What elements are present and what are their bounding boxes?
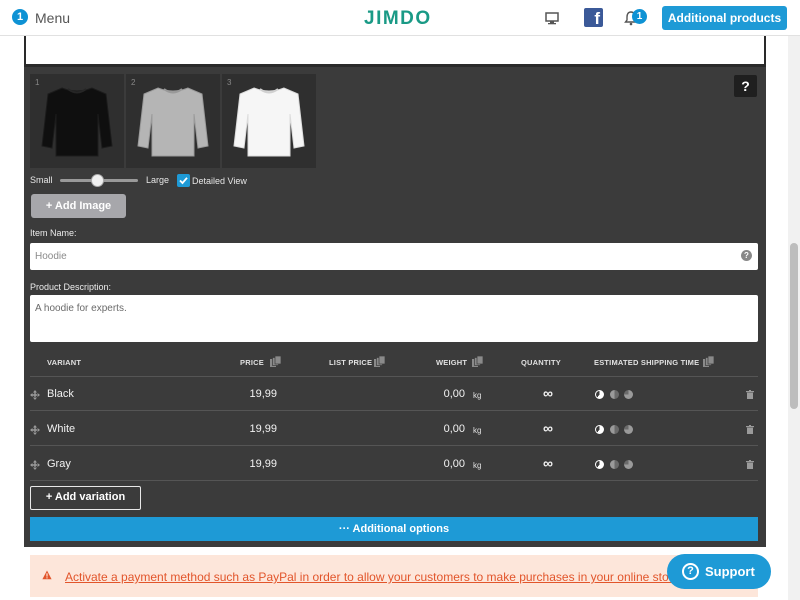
- list-price-header: LIST PRICE: [329, 358, 373, 367]
- thumbnail-number: 1: [35, 78, 40, 87]
- clock-icon[interactable]: [624, 425, 633, 434]
- variant-name[interactable]: Gray: [47, 458, 71, 470]
- variant-header: VARIANT: [47, 358, 82, 367]
- support-label: Support: [705, 564, 755, 579]
- size-small-label: Small: [30, 175, 53, 185]
- slider-handle[interactable]: [91, 174, 104, 187]
- copy-shipping-icon[interactable]: [703, 356, 714, 367]
- clock-icon[interactable]: [624, 460, 633, 469]
- warning-icon: [42, 570, 52, 580]
- shipping-header: ESTIMATED SHIPPING TIME: [594, 358, 700, 367]
- weight-header: WEIGHT: [436, 358, 468, 367]
- image-thumbnail-2[interactable]: 2: [126, 74, 220, 168]
- weight-value[interactable]: 0,00: [425, 458, 465, 470]
- row-divider: [30, 445, 758, 446]
- variant-name[interactable]: White: [47, 423, 75, 435]
- copy-price-icon[interactable]: [270, 356, 281, 367]
- weight-value[interactable]: 0,00: [425, 388, 465, 400]
- copy-list-price-icon[interactable]: [374, 356, 385, 367]
- add-image-button[interactable]: + Add Image: [31, 194, 126, 218]
- quantity-value[interactable]: ∞: [543, 420, 553, 436]
- add-image-label: Add Image: [54, 200, 112, 212]
- question-circle-icon: ?: [682, 563, 699, 580]
- trash-icon[interactable]: [746, 460, 754, 469]
- clock-icon[interactable]: [610, 390, 619, 399]
- add-variation-label: Add variation: [54, 491, 126, 503]
- clock-icon[interactable]: [595, 390, 604, 399]
- row-divider: [30, 410, 758, 411]
- price-value[interactable]: 19,99: [237, 423, 277, 435]
- detailed-view-label: Detailed View: [192, 176, 247, 186]
- clock-icon[interactable]: [610, 460, 619, 469]
- clock-icon[interactable]: [595, 460, 604, 469]
- monitor-icon[interactable]: [545, 11, 559, 25]
- drag-handle-icon[interactable]: [30, 460, 40, 470]
- notification-badge: 1: [632, 9, 647, 24]
- copy-weight-icon[interactable]: [472, 356, 483, 367]
- scrollbar-thumb[interactable]: [790, 243, 798, 409]
- trash-icon[interactable]: [746, 425, 754, 434]
- question-icon[interactable]: ?: [741, 250, 752, 261]
- price-value[interactable]: 19,99: [237, 458, 277, 470]
- sweater-white-image: [233, 87, 305, 157]
- item-name-label: Item Name:: [30, 228, 77, 238]
- weight-unit: kg: [473, 426, 482, 435]
- price-header: PRICE: [240, 358, 264, 367]
- facebook-icon[interactable]: f: [584, 8, 603, 27]
- clock-icon[interactable]: [624, 390, 633, 399]
- weight-unit: kg: [473, 461, 482, 470]
- clock-icon[interactable]: [595, 425, 604, 434]
- thumbnail-number: 2: [131, 78, 136, 87]
- plus-icon: +: [45, 491, 55, 503]
- menu-badge[interactable]: 1: [12, 9, 28, 25]
- image-thumbnail-1[interactable]: 1: [30, 74, 124, 168]
- activate-payment-link[interactable]: Activate a payment method such as PayPal…: [65, 570, 675, 584]
- editor-frame-top: [24, 36, 766, 67]
- sweater-gray-image: [137, 87, 209, 157]
- quantity-value[interactable]: ∞: [543, 385, 553, 401]
- row-divider: [30, 480, 758, 481]
- plus-icon: +: [45, 200, 55, 212]
- sweater-black-image: [41, 87, 113, 157]
- drag-handle-icon[interactable]: [30, 425, 40, 435]
- additional-products-button[interactable]: Additional products: [662, 6, 787, 30]
- thumbnail-number: 3: [227, 78, 232, 87]
- weight-unit: kg: [473, 391, 482, 400]
- weight-value[interactable]: 0,00: [425, 423, 465, 435]
- item-name-input[interactable]: Hoodie: [30, 243, 758, 270]
- image-thumbnail-3[interactable]: 3: [222, 74, 316, 168]
- help-button[interactable]: ?: [734, 75, 757, 97]
- detailed-view-checkbox[interactable]: [177, 174, 190, 187]
- size-large-label: Large: [146, 175, 170, 185]
- clock-icon[interactable]: [610, 425, 619, 434]
- variant-name[interactable]: Black: [47, 388, 74, 400]
- drag-handle-icon[interactable]: [30, 390, 40, 400]
- price-value[interactable]: 19,99: [237, 388, 277, 400]
- trash-icon[interactable]: [746, 390, 754, 399]
- quantity-header: QUANTITY: [521, 358, 561, 367]
- row-divider: [30, 376, 758, 377]
- additional-options-button[interactable]: ··· Additional options: [30, 517, 758, 541]
- description-label: Product Description:: [30, 282, 112, 292]
- description-textarea[interactable]: A hoodie for experts.: [30, 295, 758, 342]
- jimdo-logo: JIMDO: [364, 8, 432, 29]
- add-variation-button[interactable]: + Add variation: [30, 486, 141, 510]
- quantity-value[interactable]: ∞: [543, 455, 553, 471]
- menu-button[interactable]: Menu: [35, 10, 70, 26]
